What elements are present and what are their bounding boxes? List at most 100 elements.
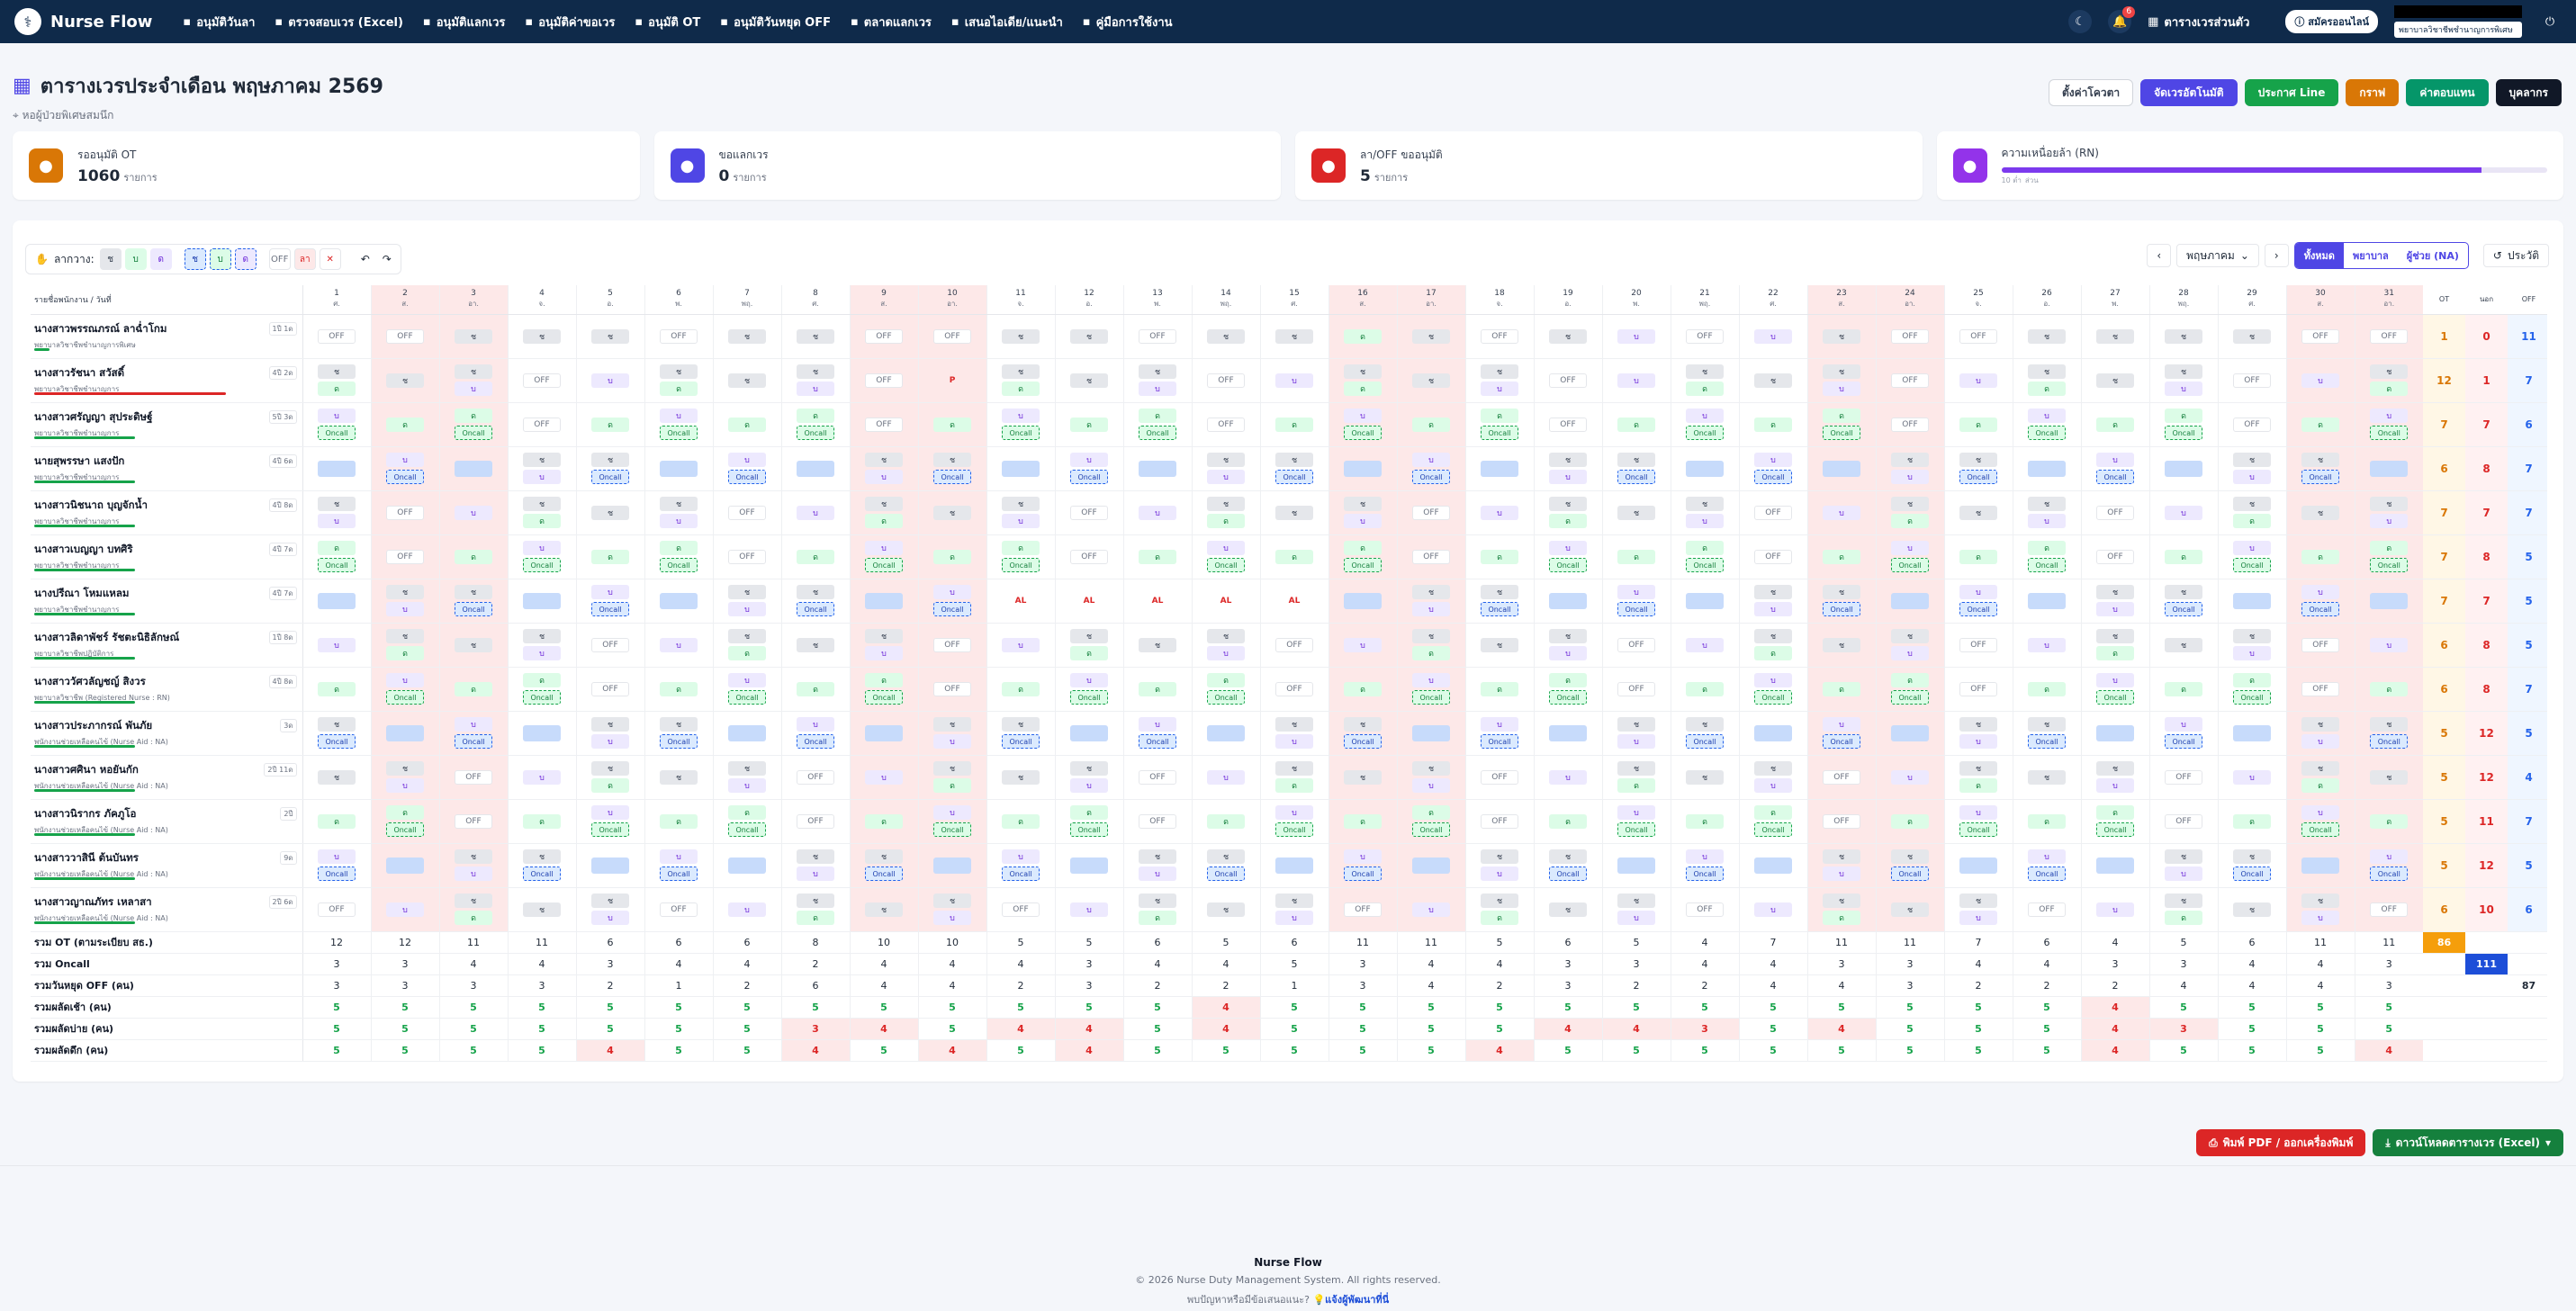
shift-cell[interactable]: ช: [1464, 623, 1534, 668]
shift-cell[interactable]: ด: [302, 799, 371, 844]
shift-cell[interactable]: ช Oncall: [1670, 711, 1739, 756]
shift-cell[interactable]: [507, 711, 576, 756]
shift-cell[interactable]: ด: [438, 667, 508, 712]
shift-cell[interactable]: ด: [1670, 799, 1739, 844]
shift-cell[interactable]: [1464, 446, 1534, 491]
shift-cell[interactable]: ชบ: [1806, 843, 1876, 888]
staff-name-cell[interactable]: นางสาววาสินี ต้นบันทร พนักงานช่วยเหลือคนไ…: [31, 843, 303, 888]
shift-cell[interactable]: บ: [2285, 358, 2355, 403]
shift-cell[interactable]: บ: [644, 623, 713, 668]
shift-cell[interactable]: บ Oncall: [2080, 446, 2149, 491]
shift-cell[interactable]: [2217, 711, 2286, 756]
shift-cell[interactable]: [1054, 843, 1123, 888]
action-button-0[interactable]: ตั้งค่าโควตา: [2048, 79, 2134, 106]
shift-cell[interactable]: บ Oncall: [2080, 667, 2149, 712]
shift-cell[interactable]: AL: [1054, 579, 1123, 624]
shift-cell[interactable]: ชด: [2148, 887, 2218, 932]
shift-cell[interactable]: ด Oncall: [2080, 799, 2149, 844]
action-button-5[interactable]: บุคลากร: [2495, 79, 2562, 106]
shift-cell[interactable]: OFF: [986, 887, 1055, 932]
shift-cell[interactable]: ด Oncall: [2012, 534, 2081, 579]
shift-cell[interactable]: ด Oncall: [712, 799, 781, 844]
shift-cell[interactable]: บ Oncall: [1943, 579, 2013, 624]
shift-cell[interactable]: ด: [370, 402, 439, 447]
shift-cell[interactable]: ชบ: [1875, 446, 1944, 491]
shift-cell[interactable]: ช: [1943, 490, 2013, 535]
nav-item-7[interactable]: ▪ เสนอไอเดีย/แนะนำ: [951, 13, 1063, 31]
shift-cell[interactable]: ชบ: [1054, 755, 1123, 800]
shift-cell[interactable]: ช Oncall: [917, 446, 986, 491]
shift-cell[interactable]: ช: [1738, 358, 1807, 403]
shift-cell[interactable]: ช: [1191, 887, 1260, 932]
shift-cell[interactable]: บ Oncall: [1122, 711, 1192, 756]
shift-cell[interactable]: ด: [1259, 534, 1329, 579]
dark-mode-icon[interactable]: ☾: [2068, 10, 2093, 33]
shift-cell[interactable]: ชด: [370, 623, 439, 668]
shift-cell[interactable]: [438, 446, 508, 491]
shift-cell[interactable]: บ: [1054, 887, 1123, 932]
shift-cell[interactable]: ช: [986, 314, 1055, 359]
shift-cell[interactable]: บ: [1191, 755, 1260, 800]
shift-cell[interactable]: OFF: [2012, 887, 2081, 932]
shift-cell[interactable]: ช: [2354, 755, 2423, 800]
staff-name-cell[interactable]: นางสาวประภากรณ์ พันภัย พนักงานช่วยเหลือคน…: [31, 711, 303, 756]
shift-cell[interactable]: บ: [1806, 490, 1876, 535]
shift-cell[interactable]: บ Oncall: [2217, 534, 2286, 579]
segment-0[interactable]: ทั้งหมด: [2294, 243, 2344, 268]
shift-cell[interactable]: ชบ: [1806, 358, 1876, 403]
prev-month-button[interactable]: ‹: [2147, 244, 2172, 267]
shift-cell[interactable]: ด: [1396, 402, 1465, 447]
shift-cell[interactable]: OFF: [302, 887, 371, 932]
shift-cell[interactable]: บ: [2354, 623, 2423, 668]
shift-cell[interactable]: บ Oncall: [1464, 711, 1534, 756]
shift-cell[interactable]: ช Oncall: [1533, 843, 1602, 888]
shift-cell[interactable]: ช Oncall: [2012, 711, 2081, 756]
shift-cell[interactable]: ชด: [1806, 887, 1876, 932]
shift-cell[interactable]: OFF: [2148, 755, 2218, 800]
shift-cell[interactable]: บ: [1533, 755, 1602, 800]
shift-cell[interactable]: [370, 711, 439, 756]
shift-cell[interactable]: ช: [1328, 755, 1397, 800]
shift-cell[interactable]: ช Oncall: [849, 843, 918, 888]
shift-cell[interactable]: ชด: [1054, 623, 1123, 668]
shift-cell[interactable]: ชบ: [507, 623, 576, 668]
shift-cell[interactable]: ชด: [575, 755, 644, 800]
shift-cell[interactable]: OFF: [1738, 490, 1807, 535]
shift-cell[interactable]: ช: [1533, 314, 1602, 359]
shift-cell[interactable]: ด Oncall: [780, 402, 850, 447]
shift-cell[interactable]: OFF: [2217, 358, 2286, 403]
shift-cell[interactable]: ชบ: [438, 358, 508, 403]
shift-cell[interactable]: ด: [2148, 534, 2218, 579]
shift-cell[interactable]: ชบ: [2285, 711, 2355, 756]
shift-cell[interactable]: ชบ: [849, 623, 918, 668]
shift-cell[interactable]: บ Oncall: [1259, 799, 1329, 844]
shift-cell[interactable]: ด: [1054, 402, 1123, 447]
shift-cell[interactable]: ชบ: [1943, 887, 2013, 932]
shift-cell[interactable]: ชบ: [2285, 887, 2355, 932]
shift-cell[interactable]: ช: [712, 314, 781, 359]
shift-cell[interactable]: บ: [1122, 490, 1192, 535]
staff-name-cell[interactable]: นางสาวรัชนา สวัสดิ์ พยาบาลวิชาชีพชำนาญการ…: [31, 358, 303, 403]
shift-cell[interactable]: OFF: [1670, 887, 1739, 932]
shift-cell[interactable]: ชบ: [2012, 490, 2081, 535]
shift-cell[interactable]: ช: [917, 490, 986, 535]
shift-cell[interactable]: ชด: [2012, 358, 2081, 403]
shift-cell[interactable]: ช: [2012, 755, 2081, 800]
shift-cell[interactable]: บ Oncall: [1191, 534, 1260, 579]
shift-cell[interactable]: [507, 579, 576, 624]
shift-cell[interactable]: ชด: [1533, 490, 1602, 535]
shift-cell[interactable]: ช: [1533, 887, 1602, 932]
shift-cell[interactable]: ชด: [712, 623, 781, 668]
shift-cell[interactable]: [849, 579, 918, 624]
shift-cell[interactable]: บ: [1259, 358, 1329, 403]
drag-chip-6[interactable]: OFF: [268, 248, 291, 270]
shift-cell[interactable]: ด: [1464, 534, 1534, 579]
shift-cell[interactable]: [780, 446, 850, 491]
shift-cell[interactable]: บ: [1396, 887, 1465, 932]
shift-cell[interactable]: ช: [1601, 490, 1671, 535]
shift-cell[interactable]: ด Oncall: [1806, 402, 1876, 447]
shift-cell[interactable]: ช: [1875, 887, 1944, 932]
shift-cell[interactable]: [2217, 579, 2286, 624]
shift-cell[interactable]: ช: [780, 314, 850, 359]
shift-cell[interactable]: [2354, 579, 2423, 624]
